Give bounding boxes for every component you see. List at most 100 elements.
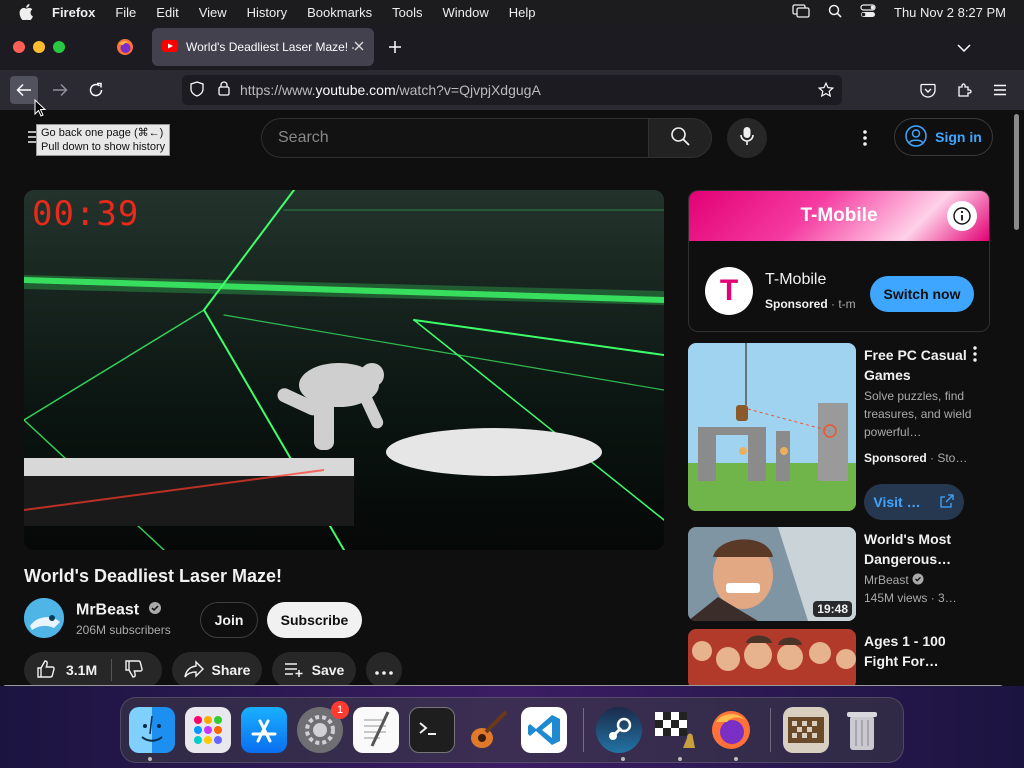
vscode-icon[interactable] bbox=[521, 707, 567, 753]
verified-badge-icon bbox=[148, 602, 162, 619]
search-icon bbox=[670, 126, 690, 151]
switch-now-button[interactable]: Switch now bbox=[870, 276, 974, 312]
ad-domain: · t-m bbox=[831, 297, 856, 311]
launchpad-icon[interactable] bbox=[185, 707, 231, 753]
app-menu-hamburger-icon[interactable] bbox=[986, 76, 1014, 104]
minimize-window-button[interactable] bbox=[33, 41, 45, 53]
ad-sponsored-line: Sponsored · t-m bbox=[765, 297, 856, 311]
search-button[interactable] bbox=[648, 118, 712, 158]
control-center-icon[interactable] bbox=[860, 3, 876, 21]
share-label: Share bbox=[211, 662, 251, 678]
ad-advertiser-name: T-Mobile bbox=[765, 271, 827, 288]
app-store-icon[interactable] bbox=[241, 707, 287, 753]
share-icon bbox=[183, 659, 204, 681]
finder-icon[interactable] bbox=[129, 707, 175, 753]
thumbnail[interactable] bbox=[688, 629, 856, 686]
steam-running-indicator bbox=[621, 757, 625, 761]
tracking-protection-shield-icon[interactable] bbox=[190, 80, 204, 100]
steam-icon[interactable] bbox=[596, 707, 642, 753]
dock-divider bbox=[770, 708, 771, 752]
garageband-guitar-icon[interactable] bbox=[465, 707, 511, 753]
vertical-scrollbar-thumb[interactable] bbox=[1014, 114, 1019, 230]
recommendation-ad-games[interactable]: Free PC Casual Games Solve puzzles, find… bbox=[688, 343, 1008, 520]
recommendation-channel[interactable]: MrBeast bbox=[864, 571, 924, 590]
tmobile-logo-icon: T bbox=[705, 267, 753, 315]
subscribe-button[interactable]: Subscribe bbox=[267, 602, 362, 638]
recommendation-video[interactable]: 19:48 World's Most Dangerous… MrBeast 14… bbox=[688, 527, 1008, 623]
recommendation-description: Solve puzzles, find treasures, and wield… bbox=[864, 389, 972, 439]
like-icon[interactable] bbox=[36, 659, 56, 682]
lock-icon[interactable] bbox=[218, 81, 230, 99]
forward-button[interactable] bbox=[46, 76, 74, 104]
thumbnail[interactable] bbox=[688, 343, 856, 511]
back-button-tooltip: Go back one page (⌘←) Pull down to show … bbox=[36, 124, 171, 156]
search-input[interactable]: Search bbox=[261, 118, 649, 158]
trash-icon[interactable] bbox=[839, 707, 885, 753]
join-button[interactable]: Join bbox=[200, 602, 258, 638]
vertical-scrollbar[interactable] bbox=[1012, 110, 1021, 686]
spotlight-search-icon[interactable] bbox=[828, 4, 842, 21]
screen-mirroring-icon[interactable] bbox=[792, 3, 810, 21]
visit-site-button[interactable]: Visit … bbox=[864, 484, 964, 520]
app-menu-firefox[interactable]: Firefox bbox=[52, 5, 95, 20]
menu-history[interactable]: History bbox=[247, 5, 287, 20]
dislike-icon[interactable] bbox=[124, 659, 144, 682]
sponsored-ad-card[interactable]: T-Mobile T T-Mobile Sponsored · t-m Swit… bbox=[688, 190, 990, 332]
more-actions-button[interactable] bbox=[366, 652, 402, 686]
video-player[interactable]: 00:39 bbox=[24, 190, 664, 550]
menubar-clock[interactable]: Thu Nov 2 8:27 PM bbox=[894, 5, 1006, 20]
recommendation-video[interactable]: Ages 1 - 100 Fight For… bbox=[688, 629, 1008, 686]
recommendation-title[interactable]: Free PC Casual Games bbox=[864, 345, 974, 385]
system-settings-icon[interactable]: 1 bbox=[297, 701, 349, 753]
menu-help[interactable]: Help bbox=[509, 5, 536, 20]
apple-menu-icon[interactable] bbox=[0, 4, 52, 20]
recommendation-channel-name: MrBeast bbox=[864, 573, 909, 587]
ad-banner[interactable]: T-Mobile bbox=[689, 191, 989, 241]
menu-file[interactable]: File bbox=[115, 5, 136, 20]
url-bar[interactable]: https://www.youtube.com/watch?v=QjvpjXdg… bbox=[182, 75, 842, 105]
list-all-tabs-icon[interactable] bbox=[957, 40, 971, 58]
share-button[interactable]: Share bbox=[172, 652, 262, 686]
channel-avatar[interactable] bbox=[24, 598, 64, 638]
settings-more-icon[interactable] bbox=[862, 129, 868, 152]
save-label: Save bbox=[311, 662, 345, 678]
like-count[interactable]: 3.1M bbox=[66, 662, 97, 678]
pocket-icon[interactable] bbox=[914, 76, 942, 104]
close-tab-icon[interactable] bbox=[354, 40, 364, 54]
finder-running-indicator bbox=[148, 757, 152, 761]
url-host: youtube.com bbox=[315, 82, 396, 98]
menu-window[interactable]: Window bbox=[443, 5, 489, 20]
terminal-icon[interactable] bbox=[409, 707, 455, 753]
reload-button[interactable] bbox=[82, 76, 110, 104]
downloads-stack-icon[interactable] bbox=[783, 707, 829, 753]
url-prefix: https://www. bbox=[240, 82, 316, 98]
search-placeholder: Search bbox=[278, 129, 329, 146]
zoom-window-button[interactable] bbox=[53, 41, 65, 53]
recommendation-title[interactable]: Ages 1 - 100 Fight For… bbox=[864, 631, 974, 671]
close-window-button[interactable] bbox=[13, 41, 25, 53]
sign-in-button[interactable]: Sign in bbox=[894, 118, 993, 156]
tab-strip: World's Deadliest Laser Maze! - bbox=[0, 24, 1024, 70]
extensions-icon[interactable] bbox=[950, 76, 978, 104]
menu-tools[interactable]: Tools bbox=[392, 5, 422, 20]
menu-edit[interactable]: Edit bbox=[156, 5, 178, 20]
voice-search-button[interactable] bbox=[727, 118, 767, 158]
thumbnail[interactable]: 19:48 bbox=[688, 527, 856, 621]
menu-bookmarks[interactable]: Bookmarks bbox=[307, 5, 372, 20]
save-button[interactable]: Save bbox=[272, 652, 356, 686]
new-tab-button[interactable] bbox=[388, 40, 402, 59]
bookmark-star-icon[interactable] bbox=[817, 81, 835, 101]
firefox-view-icon[interactable] bbox=[116, 38, 134, 61]
recommendation-more-icon[interactable] bbox=[972, 346, 978, 367]
channel-name[interactable]: MrBeast bbox=[76, 601, 162, 620]
ad-banner-logo: T-Mobile bbox=[800, 205, 878, 226]
playlist-add-icon bbox=[284, 661, 304, 680]
firefox-dock-icon[interactable] bbox=[708, 707, 754, 753]
tab-active[interactable]: World's Deadliest Laser Maze! - bbox=[152, 28, 374, 66]
textedit-icon[interactable] bbox=[353, 707, 399, 753]
recommendation-title[interactable]: World's Most Dangerous… bbox=[864, 529, 974, 569]
menu-view[interactable]: View bbox=[199, 5, 227, 20]
chess-icon[interactable] bbox=[652, 707, 698, 753]
ad-info-icon[interactable] bbox=[947, 201, 977, 231]
url-path: /watch?v=QjvpjXdgugA bbox=[395, 82, 541, 98]
